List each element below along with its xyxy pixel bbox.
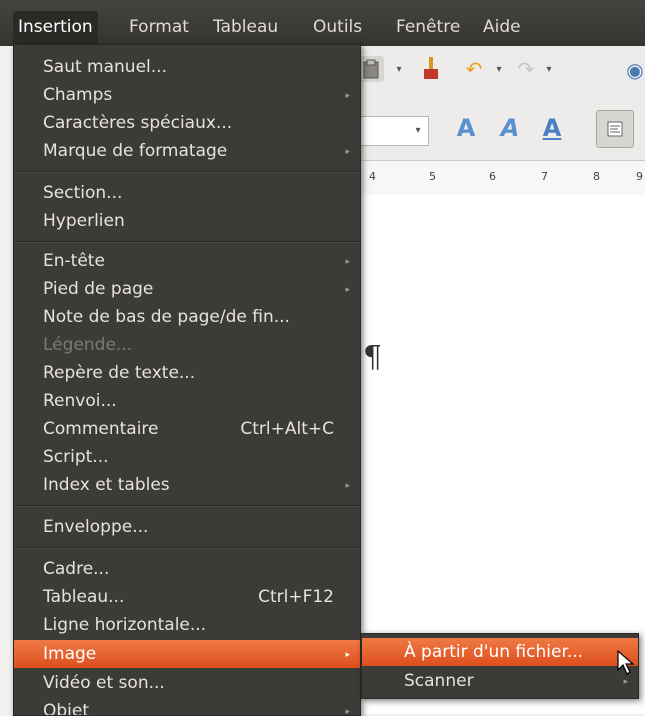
menu-item-video-et-son[interactable]: Vidéo et son... [14, 669, 360, 697]
menu-item-saut-manuel[interactable]: Saut manuel... [14, 53, 360, 81]
menu-item-hyperlien[interactable]: Hyperlien [14, 207, 360, 235]
menu-item-enveloppe[interactable]: Enveloppe... [14, 513, 360, 541]
menu-item-marque-de-formatage[interactable]: Marque de formatage ▸ [14, 137, 360, 165]
insertion-menu: Saut manuel... Champs ▸ Caractères spécia… [13, 44, 361, 716]
menu-tableau[interactable]: Tableau [208, 11, 283, 44]
menu-item-index-et-tables[interactable]: Index et tables ▸ [14, 471, 360, 499]
menu-item-label: Cadre... [43, 559, 110, 579]
font-dropdown-icon[interactable]: ▾ [408, 120, 428, 140]
ruler-tick-label: 5 [429, 170, 436, 183]
menu-item-label: Pied de page [43, 279, 154, 299]
shadow-a-icon[interactable]: A [494, 112, 526, 144]
menu-item-label: Hyperlien [43, 211, 125, 231]
menu-item-section[interactable]: Section... [14, 179, 360, 207]
clone-formatting-brush-icon[interactable] [418, 54, 444, 84]
menu-item-label: Enveloppe... [43, 517, 149, 537]
menu-separator [14, 505, 360, 507]
menu-separator [14, 241, 360, 243]
image-submenu: À partir d'un fichier... Scanner ▸ [361, 633, 639, 699]
redo-dropdown-icon[interactable]: ▾ [544, 62, 554, 76]
menu-item-label: Repère de texte... [43, 363, 196, 383]
underline-a-icon[interactable]: A [536, 112, 568, 144]
redo-icon[interactable]: ↷ [512, 54, 540, 84]
menu-item-image[interactable]: Image ▸ [14, 640, 360, 668]
menu-item-ligne-horizontale[interactable]: Ligne horizontale... [14, 611, 360, 639]
submenu-arrow-icon: ▸ [345, 707, 350, 715]
navigator-icon[interactable]: ◉ [624, 56, 645, 84]
submenu-arrow-icon: ▸ [345, 650, 350, 660]
menu-item-en-tete[interactable]: En-tête ▸ [14, 247, 360, 275]
menu-item-label: Scanner [404, 671, 474, 691]
menu-outils[interactable]: Outils [308, 11, 367, 44]
menu-insertion[interactable]: Insertion [13, 11, 98, 44]
ruler-tick-label: 4 [369, 170, 376, 183]
menu-item-label: Saut manuel... [43, 57, 167, 77]
ruler-tick-label: 6 [489, 170, 496, 183]
menu-item-label: Tableau... [43, 587, 125, 607]
menu-item-tableau[interactable]: Tableau... Ctrl+F12 [14, 583, 360, 611]
menu-item-label: À partir d'un fichier... [404, 642, 584, 662]
menu-item-label: Index et tables [43, 475, 170, 495]
paste-icon[interactable] [358, 56, 384, 82]
menu-item-label: Vidéo et son... [43, 673, 165, 693]
menu-item-repere-de-texte[interactable]: Repère de texte... [14, 359, 360, 387]
submenu-arrow-icon: ▸ [345, 285, 350, 295]
menu-item-pied-de-page[interactable]: Pied de page ▸ [14, 275, 360, 303]
menu-item-script[interactable]: Script... [14, 443, 360, 471]
menu-item-label: En-tête [43, 251, 105, 271]
ruler-tick-label: 7 [541, 170, 548, 183]
undo-icon[interactable]: ↶ [460, 54, 488, 84]
menu-format[interactable]: Format [124, 11, 194, 44]
submenu-arrow-icon: ▸ [345, 147, 350, 157]
menu-item-note-de-bas-de-page[interactable]: Note de bas de page/de fin... [14, 303, 360, 331]
menu-item-label: Section... [43, 183, 123, 203]
submenu-item-scanner[interactable]: Scanner ▸ [362, 667, 638, 695]
menu-item-label: Légende... [43, 335, 133, 355]
menu-aide[interactable]: Aide [478, 11, 526, 44]
menu-item-label: Script... [43, 447, 109, 467]
submenu-arrow-icon: ▸ [345, 91, 350, 101]
horizontal-ruler[interactable]: 4 5 6 7 8 9 [355, 160, 645, 197]
menu-item-shortcut: Ctrl+F12 [258, 587, 334, 607]
menu-item-label: Ligne horizontale... [43, 615, 207, 635]
menu-item-commentaire[interactable]: Commentaire Ctrl+Alt+C [14, 415, 360, 443]
align-left-icon[interactable] [596, 110, 634, 148]
menu-item-label: Champs [43, 85, 113, 105]
outline-a-icon[interactable]: A [450, 112, 482, 144]
menu-item-label: Image [43, 644, 97, 664]
menu-item-champs[interactable]: Champs ▸ [14, 81, 360, 109]
menu-fenetre[interactable]: Fenêtre [391, 11, 465, 44]
menu-item-cadre[interactable]: Cadre... [14, 555, 360, 583]
menu-item-renvoi[interactable]: Renvoi... [14, 387, 360, 415]
submenu-arrow-icon: ▸ [345, 257, 350, 267]
mouse-pointer-icon [617, 649, 635, 680]
menu-item-label: Commentaire [43, 419, 159, 439]
menu-item-label: Note de bas de page/de fin... [43, 307, 290, 327]
menu-item-caracteres-speciaux[interactable]: Caractères spéciaux... [14, 109, 360, 137]
menu-item-shortcut: Ctrl+Alt+C [240, 419, 334, 439]
dropdown-arrow-icon[interactable]: ▾ [394, 62, 404, 76]
menu-separator [14, 171, 360, 173]
submenu-item-a-partir-d-un-fichier[interactable]: À partir d'un fichier... [362, 638, 638, 666]
menu-item-label: Objet [43, 701, 90, 715]
menu-item-label: Marque de formatage [43, 141, 228, 161]
pilcrow-mark: ¶ [363, 340, 383, 375]
menu-item-label: Caractères spéciaux... [43, 113, 233, 133]
menu-separator [14, 547, 360, 549]
menubar: Insertion Format Tableau Outils Fenêtre … [0, 0, 645, 46]
menu-item-label: Renvoi... [43, 391, 117, 411]
menu-item-objet[interactable]: Objet ▸ [14, 697, 360, 715]
ruler-tick-label: 9 [636, 170, 643, 183]
ruler-tick-label: 8 [593, 170, 600, 183]
undo-dropdown-icon[interactable]: ▾ [494, 62, 504, 76]
menu-item-legende: Légende... [14, 331, 360, 359]
submenu-arrow-icon: ▸ [345, 481, 350, 491]
